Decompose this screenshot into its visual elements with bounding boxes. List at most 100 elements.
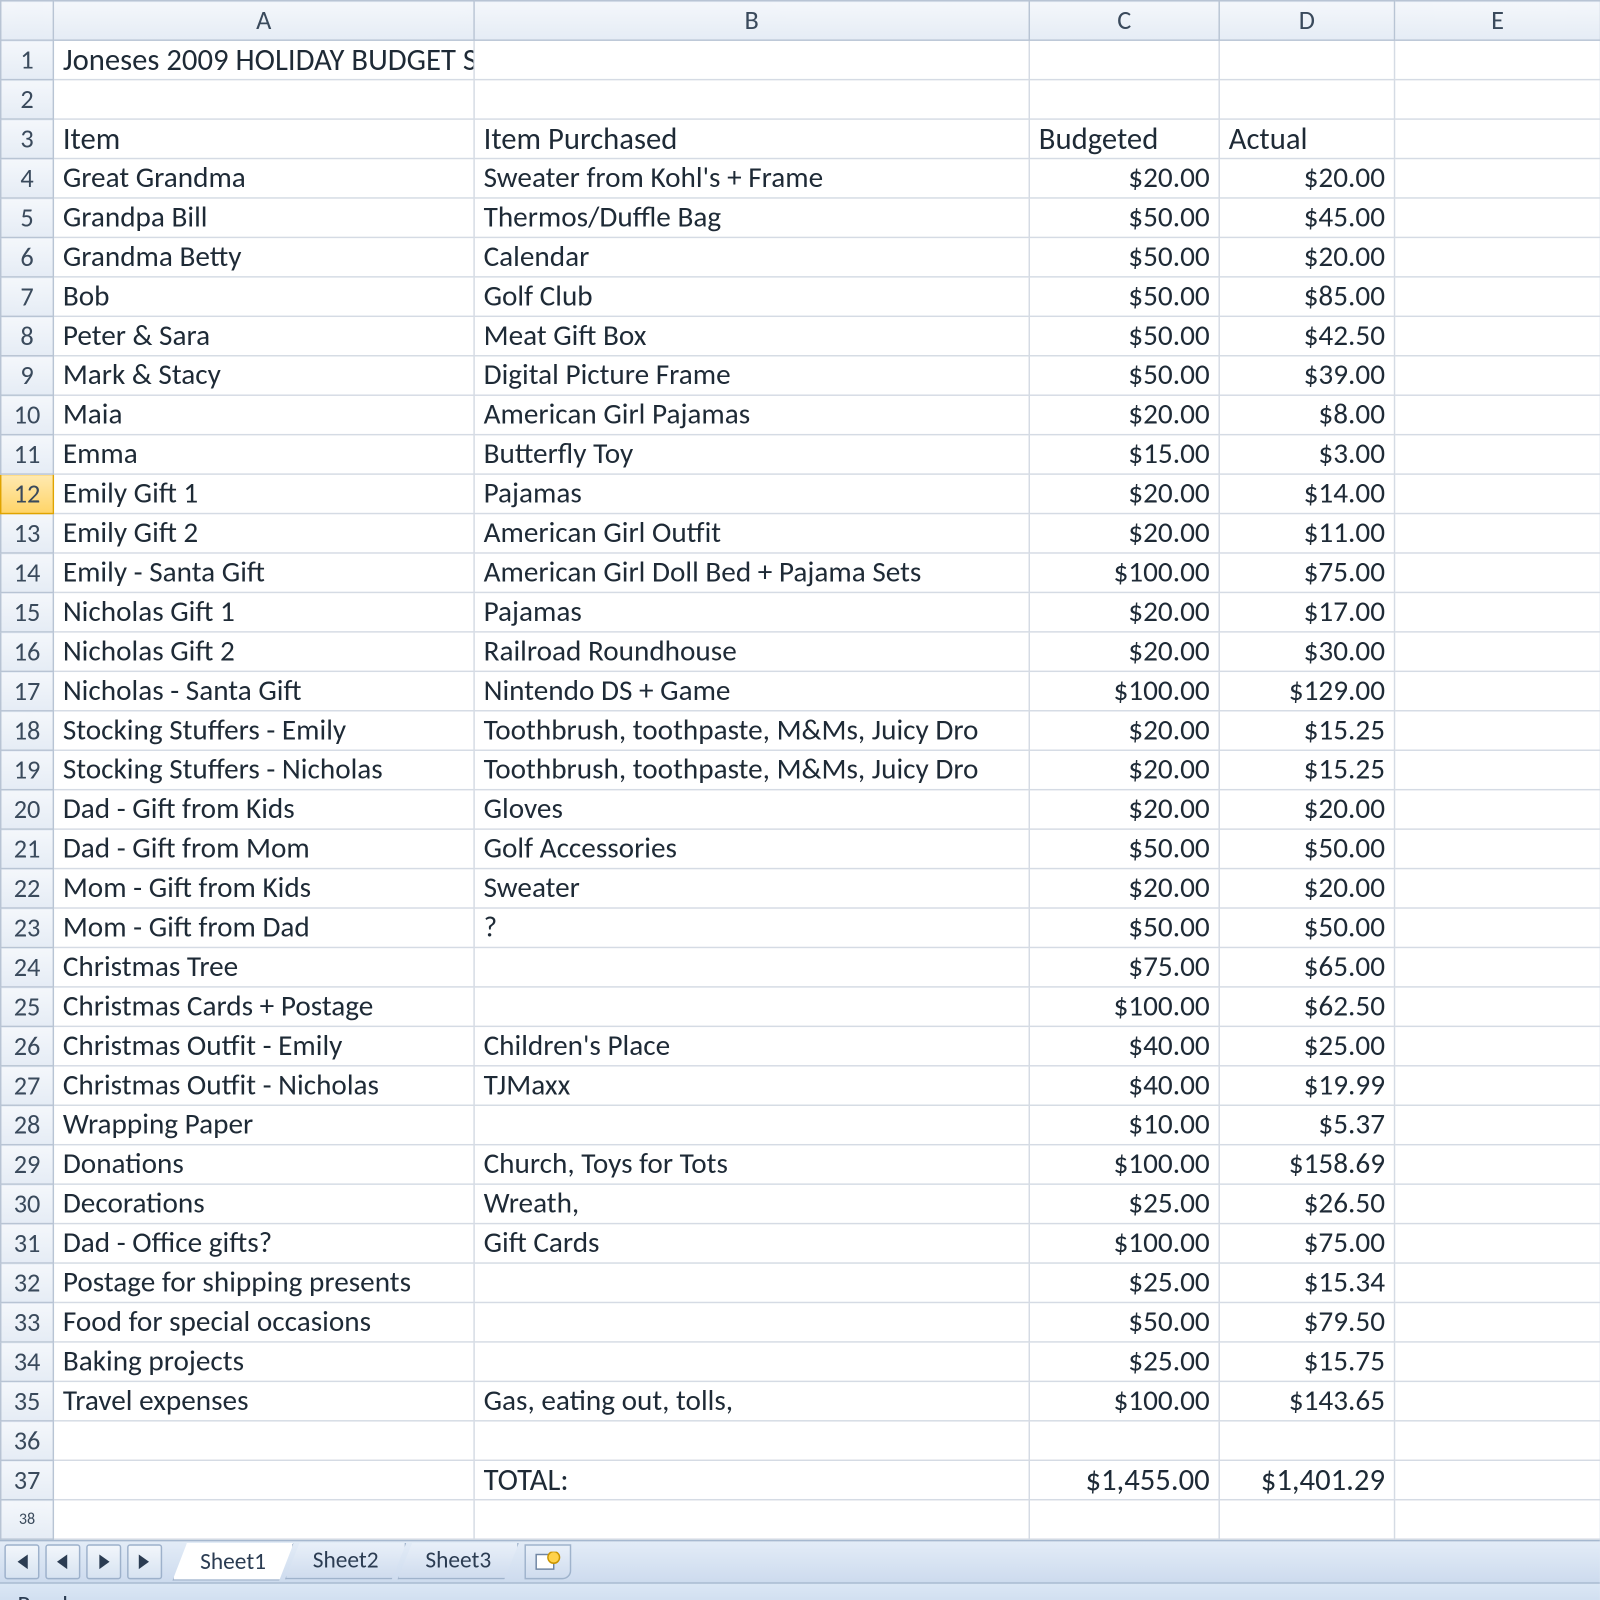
title-cell[interactable]: Joneses 2009 HOLIDAY BUDGET SPREADSHEET [53, 40, 474, 79]
cell-budgeted[interactable]: $15.00 [1029, 435, 1219, 474]
cell-item[interactable]: Stocking Stuffers - Emily [53, 711, 474, 750]
cell[interactable] [1395, 80, 1600, 119]
cell-item[interactable]: Wrapping Paper [53, 1105, 474, 1144]
row-header[interactable]: 5 [1, 198, 54, 237]
cell-item[interactable]: Mark & Stacy [53, 356, 474, 395]
cell-purchased[interactable]: Gas, eating out, tolls, [474, 1381, 1029, 1420]
col-header-B[interactable]: B [474, 1, 1029, 40]
cell-budgeted[interactable]: $50.00 [1029, 237, 1219, 276]
cell-purchased[interactable]: Butterfly Toy [474, 435, 1029, 474]
cell-actual[interactable]: $14.00 [1219, 474, 1394, 513]
col-header-E[interactable]: E [1395, 1, 1600, 40]
cell-budgeted[interactable]: $20.00 [1029, 632, 1219, 671]
cell[interactable] [1395, 435, 1600, 474]
cell-actual[interactable]: $143.65 [1219, 1381, 1394, 1420]
cell[interactable] [1395, 277, 1600, 316]
cell[interactable] [53, 80, 474, 119]
row-header[interactable]: 18 [1, 711, 54, 750]
cell-purchased[interactable]: Children's Place [474, 1026, 1029, 1065]
cell-actual[interactable]: $5.37 [1219, 1105, 1394, 1144]
cell-purchased[interactable]: Meat Gift Box [474, 316, 1029, 355]
cell-budgeted[interactable]: $20.00 [1029, 711, 1219, 750]
cell-actual[interactable]: $20.00 [1219, 237, 1394, 276]
cell-item[interactable]: Baking projects [53, 1342, 474, 1381]
cell-actual[interactable]: $75.00 [1219, 553, 1394, 592]
header-budgeted[interactable]: Budgeted [1029, 119, 1219, 158]
row-header[interactable]: 14 [1, 553, 54, 592]
cell-actual[interactable]: $15.25 [1219, 750, 1394, 789]
cell-item[interactable]: Nicholas - Santa Gift [53, 671, 474, 710]
row-header[interactable]: 31 [1, 1224, 54, 1263]
cell[interactable] [1395, 1224, 1600, 1263]
cell-item[interactable]: Christmas Outfit - Emily [53, 1026, 474, 1065]
cell[interactable] [474, 80, 1029, 119]
cell[interactable] [53, 1421, 474, 1460]
cell[interactable] [1395, 119, 1600, 158]
cell[interactable] [1395, 1460, 1600, 1499]
row-header[interactable]: 37 [1, 1460, 54, 1499]
row-header[interactable]: 38 [1, 1500, 54, 1539]
cell[interactable] [1219, 1421, 1394, 1460]
total-actual[interactable]: $1,401.29 [1219, 1460, 1394, 1499]
cell-budgeted[interactable]: $25.00 [1029, 1184, 1219, 1223]
cell-actual[interactable]: $8.00 [1219, 395, 1394, 434]
cell-item[interactable]: Emily Gift 1 [53, 474, 474, 513]
cell[interactable] [474, 1500, 1029, 1539]
cell-actual[interactable]: $26.50 [1219, 1184, 1394, 1223]
row-header[interactable]: 12 [1, 474, 54, 513]
cell-actual[interactable]: $50.00 [1219, 908, 1394, 947]
row-header[interactable]: 6 [1, 237, 54, 276]
cell[interactable] [474, 40, 1029, 79]
row-header[interactable]: 10 [1, 395, 54, 434]
cell-item[interactable]: Emily - Santa Gift [53, 553, 474, 592]
cell[interactable] [1029, 1421, 1219, 1460]
cell[interactable] [1395, 869, 1600, 908]
cell-purchased[interactable]: Nintendo DS + Game [474, 671, 1029, 710]
cell-item[interactable]: Christmas Tree [53, 947, 474, 986]
cell-budgeted[interactable]: $100.00 [1029, 1224, 1219, 1263]
cell-budgeted[interactable]: $75.00 [1029, 947, 1219, 986]
row-header[interactable]: 22 [1, 869, 54, 908]
cell-budgeted[interactable]: $25.00 [1029, 1263, 1219, 1302]
cell[interactable] [1395, 40, 1600, 79]
select-all-corner[interactable] [1, 1, 54, 40]
cell-budgeted[interactable]: $50.00 [1029, 908, 1219, 947]
cell[interactable] [1395, 592, 1600, 631]
cell[interactable] [1395, 159, 1600, 198]
tab-nav-next[interactable] [86, 1544, 121, 1579]
cell-budgeted[interactable]: $10.00 [1029, 1105, 1219, 1144]
row-header[interactable]: 23 [1, 908, 54, 947]
cell[interactable] [1395, 947, 1600, 986]
total-budgeted[interactable]: $1,455.00 [1029, 1460, 1219, 1499]
cell[interactable] [1395, 1302, 1600, 1341]
cell-actual[interactable]: $50.00 [1219, 829, 1394, 868]
cell[interactable] [1395, 474, 1600, 513]
cell-budgeted[interactable]: $25.00 [1029, 1342, 1219, 1381]
cell-actual[interactable]: $85.00 [1219, 277, 1394, 316]
cell-budgeted[interactable]: $20.00 [1029, 750, 1219, 789]
tab-nav-prev[interactable] [45, 1544, 80, 1579]
cell-actual[interactable]: $129.00 [1219, 671, 1394, 710]
row-header[interactable]: 25 [1, 987, 54, 1026]
cell[interactable] [1395, 356, 1600, 395]
cell-item[interactable]: Stocking Stuffers - Nicholas [53, 750, 474, 789]
cell[interactable] [1395, 1145, 1600, 1184]
row-header[interactable]: 2 [1, 80, 54, 119]
cell[interactable] [1029, 1500, 1219, 1539]
row-header[interactable]: 13 [1, 514, 54, 553]
total-label[interactable]: TOTAL: [474, 1460, 1029, 1499]
cell-purchased[interactable]: Sweater from Kohl's + Frame [474, 159, 1029, 198]
col-header-D[interactable]: D [1219, 1, 1394, 40]
cell[interactable] [1395, 829, 1600, 868]
cell-budgeted[interactable]: $50.00 [1029, 829, 1219, 868]
cell-item[interactable]: Travel expenses [53, 1381, 474, 1420]
cell[interactable] [1395, 514, 1600, 553]
cell[interactable] [1395, 987, 1600, 1026]
cell-purchased[interactable] [474, 1342, 1029, 1381]
cell-budgeted[interactable]: $100.00 [1029, 553, 1219, 592]
cell-item[interactable]: Peter & Sara [53, 316, 474, 355]
cell-purchased[interactable] [474, 1263, 1029, 1302]
cell-actual[interactable]: $79.50 [1219, 1302, 1394, 1341]
cell[interactable] [1395, 908, 1600, 947]
sheet-tab[interactable]: Sheet1 [172, 1543, 293, 1581]
